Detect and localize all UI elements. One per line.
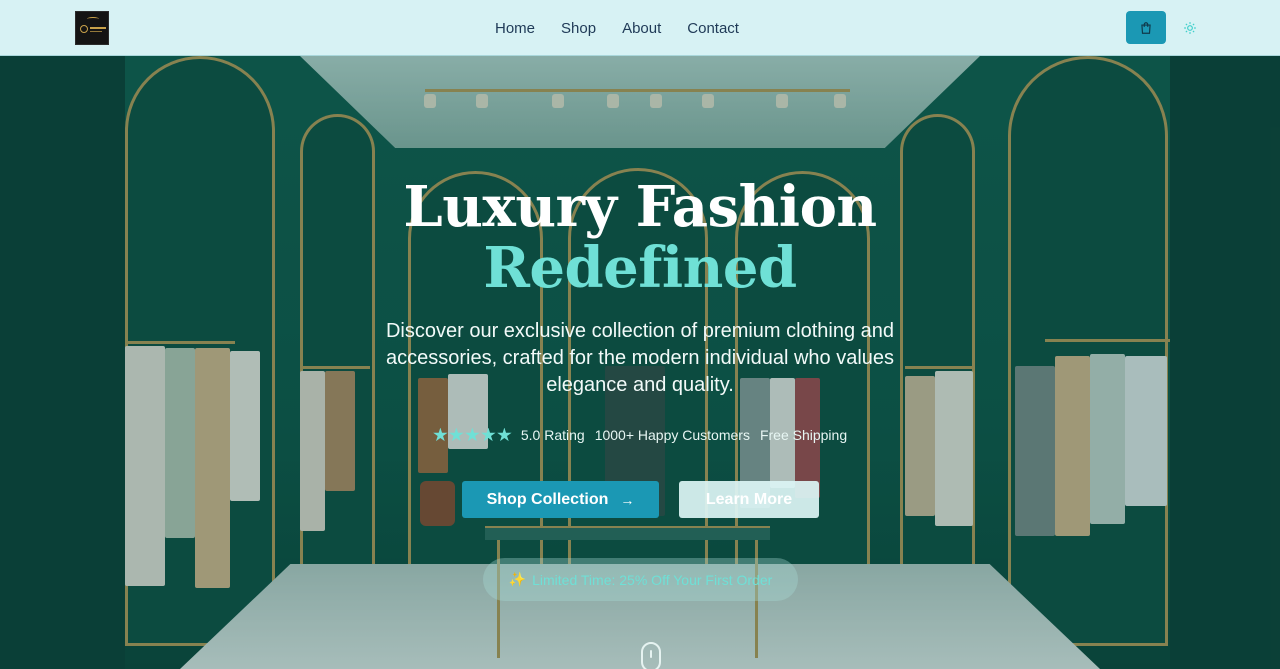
star-icon — [449, 427, 464, 442]
sun-icon — [1184, 22, 1196, 34]
learn-more-button[interactable]: Learn More — [679, 481, 819, 518]
learn-more-label: Learn More — [705, 490, 793, 508]
shopping-bag-icon — [1141, 21, 1151, 34]
star-icon — [497, 427, 512, 442]
shipping-label: Free Shipping — [759, 427, 848, 443]
scroll-dot-icon — [650, 650, 652, 658]
arrow-right-icon: → — [620, 491, 635, 508]
nav-link-about[interactable]: About — [622, 20, 661, 37]
store-logo-icon[interactable] — [75, 11, 109, 45]
main-menu: Home Shop About Contact — [482, 0, 752, 56]
rating-stars — [433, 427, 513, 443]
nav-link-shop[interactable]: Shop — [561, 20, 596, 37]
nav-link-home[interactable]: Home — [495, 20, 535, 37]
shop-collection-button[interactable]: Shop Collection → — [462, 481, 659, 518]
star-icon — [465, 427, 480, 442]
theme-toggle-button[interactable] — [1181, 19, 1199, 37]
sparkles-icon: ✨ — [508, 571, 527, 587]
logo-emblem-mark — [80, 25, 88, 33]
hero-stats-row: 5.0 Rating 1000+ Happy Customers Free Sh… — [0, 427, 1280, 443]
hero-description: Discover our exclusive collection of pre… — [385, 320, 895, 396]
star-icon — [433, 427, 448, 442]
promo-text: Limited Time: 25% Off Your First Order — [532, 571, 773, 588]
cart-button[interactable] — [1126, 11, 1166, 44]
customers-label: 1000+ Happy Customers — [594, 427, 750, 443]
top-navbar: Home Shop About Contact — [0, 0, 1280, 56]
promo-banner[interactable]: ✨ Limited Time: 25% Off Your First Order — [483, 558, 798, 601]
rating-label: 5.0 Rating — [520, 427, 585, 443]
shop-collection-label: Shop Collection — [486, 490, 609, 508]
hero-title-line1: Luxury Fashion — [403, 174, 877, 240]
logo-tagline-bar — [90, 31, 102, 32]
star-icon — [481, 427, 496, 442]
hero-section: Luxury Fashion Redefined Discover our ex… — [0, 56, 1280, 669]
logo-crown-mark — [87, 17, 99, 21]
hero-title-line2: Redefined — [483, 235, 797, 301]
scroll-indicator[interactable] — [641, 642, 661, 669]
nav-link-contact[interactable]: Contact — [687, 20, 739, 37]
logo-wordmark-bar — [90, 27, 106, 29]
